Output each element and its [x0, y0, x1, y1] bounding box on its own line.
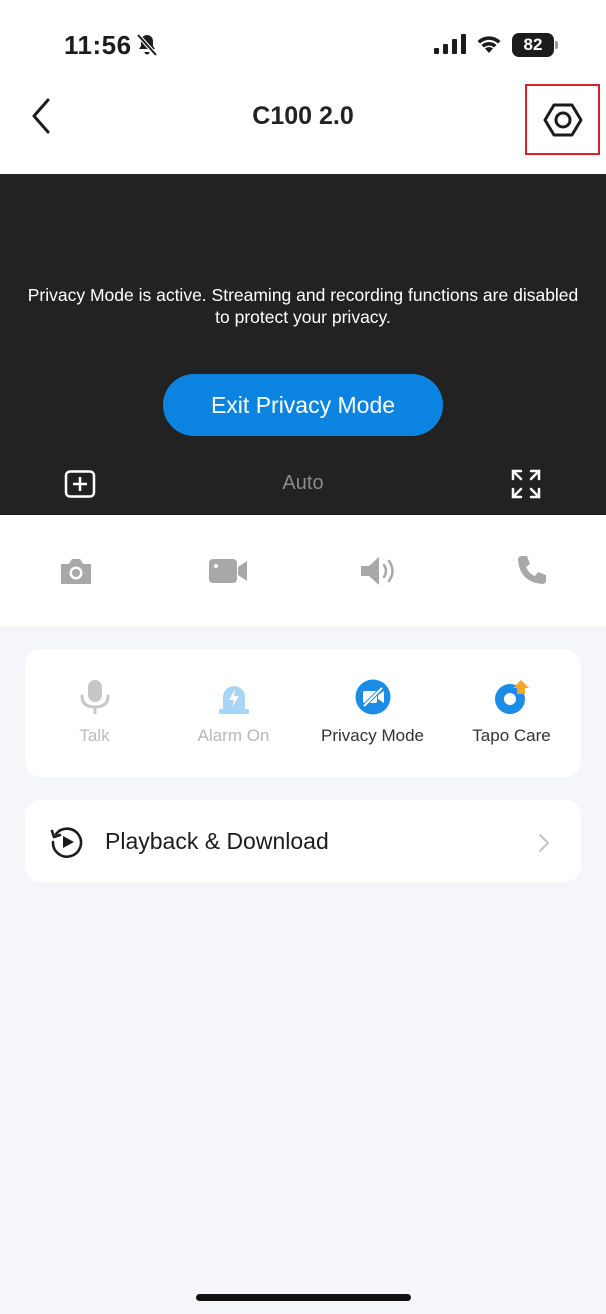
- feature-alarm-label: Alarm On: [197, 726, 270, 745]
- camera-toolbar: [0, 515, 606, 626]
- phone-icon: [518, 556, 546, 584]
- sound-button[interactable]: [358, 553, 398, 589]
- feature-talk[interactable]: Talk: [25, 649, 164, 777]
- video-camera-icon: [209, 559, 247, 583]
- settings-button[interactable]: [525, 84, 600, 155]
- speaker-icon: [361, 557, 394, 585]
- privacy-mode-icon: [355, 679, 391, 715]
- feature-privacy-mode-label: Privacy Mode: [321, 726, 424, 745]
- home-indicator[interactable]: [196, 1294, 411, 1301]
- snapshot-button[interactable]: [56, 553, 96, 589]
- battery-indicator: 82: [512, 33, 558, 57]
- feature-tapo-care-label: Tapo Care: [472, 726, 551, 745]
- feature-tapo-care[interactable]: Tapo Care: [442, 649, 581, 777]
- page-title: C100 2.0: [252, 102, 354, 130]
- chevron-right-icon: [539, 834, 549, 852]
- feature-privacy-mode[interactable]: Privacy Mode: [303, 649, 442, 777]
- feature-talk-label: Talk: [79, 726, 110, 745]
- tapo-care-icon: [495, 680, 529, 714]
- microphone-icon: [80, 680, 110, 714]
- exit-privacy-mode-button[interactable]: Exit Privacy Mode: [163, 374, 443, 436]
- call-button[interactable]: [511, 553, 551, 589]
- features-card: Talk Alarm On Privacy Mode Tapo Care: [25, 649, 581, 777]
- playback-download-row[interactable]: Playback & Download: [25, 800, 581, 882]
- camera-icon: [61, 559, 91, 584]
- playback-history-icon: [50, 827, 83, 858]
- battery-tip: [555, 41, 558, 49]
- alarm-siren-icon: [219, 686, 249, 714]
- privacy-message: Privacy Mode is active. Streaming and re…: [27, 285, 579, 327]
- settings-hexagon-icon: [543, 103, 582, 136]
- record-button[interactable]: [208, 553, 248, 589]
- status-time: 11:56: [64, 30, 132, 60]
- battery-level: 82: [512, 33, 554, 57]
- cellular-signal-icon: [434, 34, 466, 54]
- feature-alarm[interactable]: Alarm On: [164, 649, 303, 777]
- video-preview: Privacy Mode is active. Streaming and re…: [0, 174, 606, 515]
- status-bar: 11:56 82: [0, 0, 606, 80]
- bell-off-icon: [136, 33, 158, 57]
- fullscreen-icon[interactable]: [511, 469, 541, 499]
- wifi-icon: [477, 36, 501, 53]
- playback-download-label: Playback & Download: [105, 828, 329, 854]
- nav-bar: C100 2.0: [0, 80, 606, 174]
